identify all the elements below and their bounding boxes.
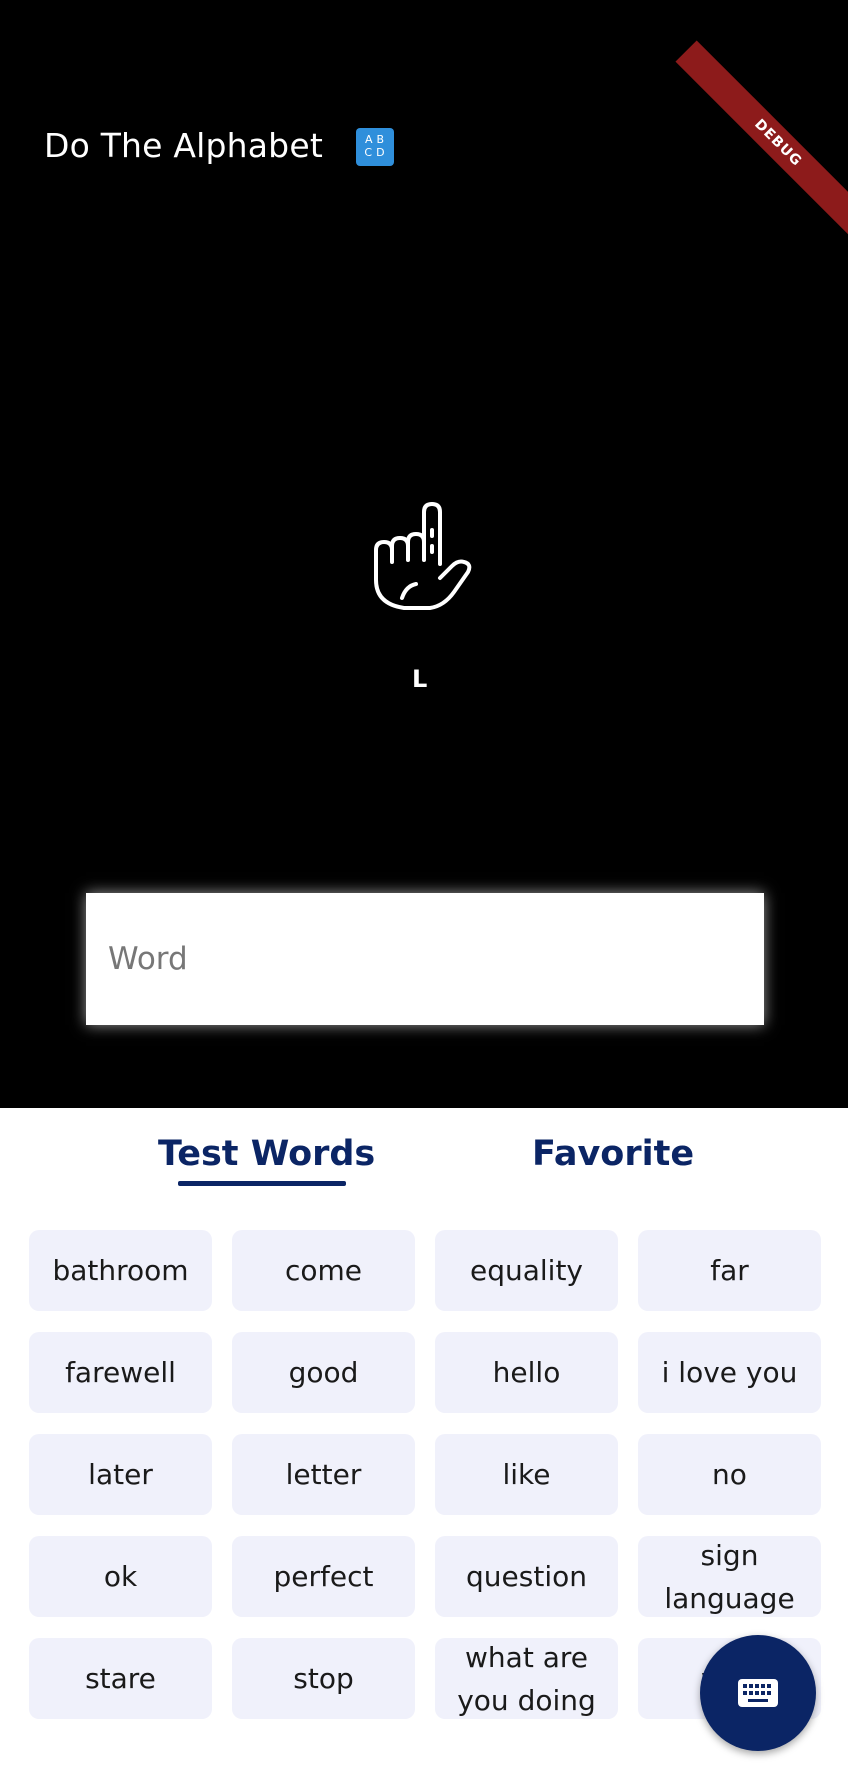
word-grid: bathroom come equality far farewell good… <box>29 1230 821 1719</box>
word-chip-no[interactable]: no <box>638 1434 821 1515</box>
word-chip-come[interactable]: come <box>232 1230 415 1311</box>
tab-selected-indicator <box>178 1181 346 1186</box>
word-chip-like[interactable]: like <box>435 1434 618 1515</box>
word-chip-question[interactable]: question <box>435 1536 618 1617</box>
word-input[interactable] <box>86 893 764 1025</box>
word-chip-hello[interactable]: hello <box>435 1332 618 1413</box>
word-chip-bathroom[interactable]: bathroom <box>29 1230 212 1311</box>
debug-banner: DEBUG <box>675 40 848 246</box>
word-chip-farewell[interactable]: farewell <box>29 1332 212 1413</box>
word-chip-far[interactable]: far <box>638 1230 821 1311</box>
current-letter: L <box>412 665 428 693</box>
tab-favorite[interactable]: Favorite <box>532 1134 694 1174</box>
word-chip-later[interactable]: later <box>29 1434 212 1515</box>
word-chip-letter[interactable]: letter <box>232 1434 415 1515</box>
word-chip-what-are-you-doing[interactable]: what are you doing <box>435 1638 618 1719</box>
sign-display-area: Do The Alphabet AB CD DEBUG L <box>0 0 848 1108</box>
hand-sign-l-icon <box>374 502 472 610</box>
word-chip-perfect[interactable]: perfect <box>232 1536 415 1617</box>
tab-test-words[interactable]: Test Words <box>158 1134 375 1174</box>
app-title: Do The Alphabet <box>44 126 323 165</box>
word-chip-sign-language[interactable]: sign language <box>638 1536 821 1617</box>
word-field[interactable] <box>86 893 764 1025</box>
keyboard-icon <box>738 1679 778 1707</box>
word-chip-stop[interactable]: stop <box>232 1638 415 1719</box>
keyboard-button[interactable] <box>700 1635 816 1751</box>
word-chip-i-love-you[interactable]: i love you <box>638 1332 821 1413</box>
abcd-emoji-icon: AB CD <box>356 128 394 166</box>
word-chip-equality[interactable]: equality <box>435 1230 618 1311</box>
word-chip-stare[interactable]: stare <box>29 1638 212 1719</box>
word-chip-good[interactable]: good <box>232 1332 415 1413</box>
word-chip-ok[interactable]: ok <box>29 1536 212 1617</box>
